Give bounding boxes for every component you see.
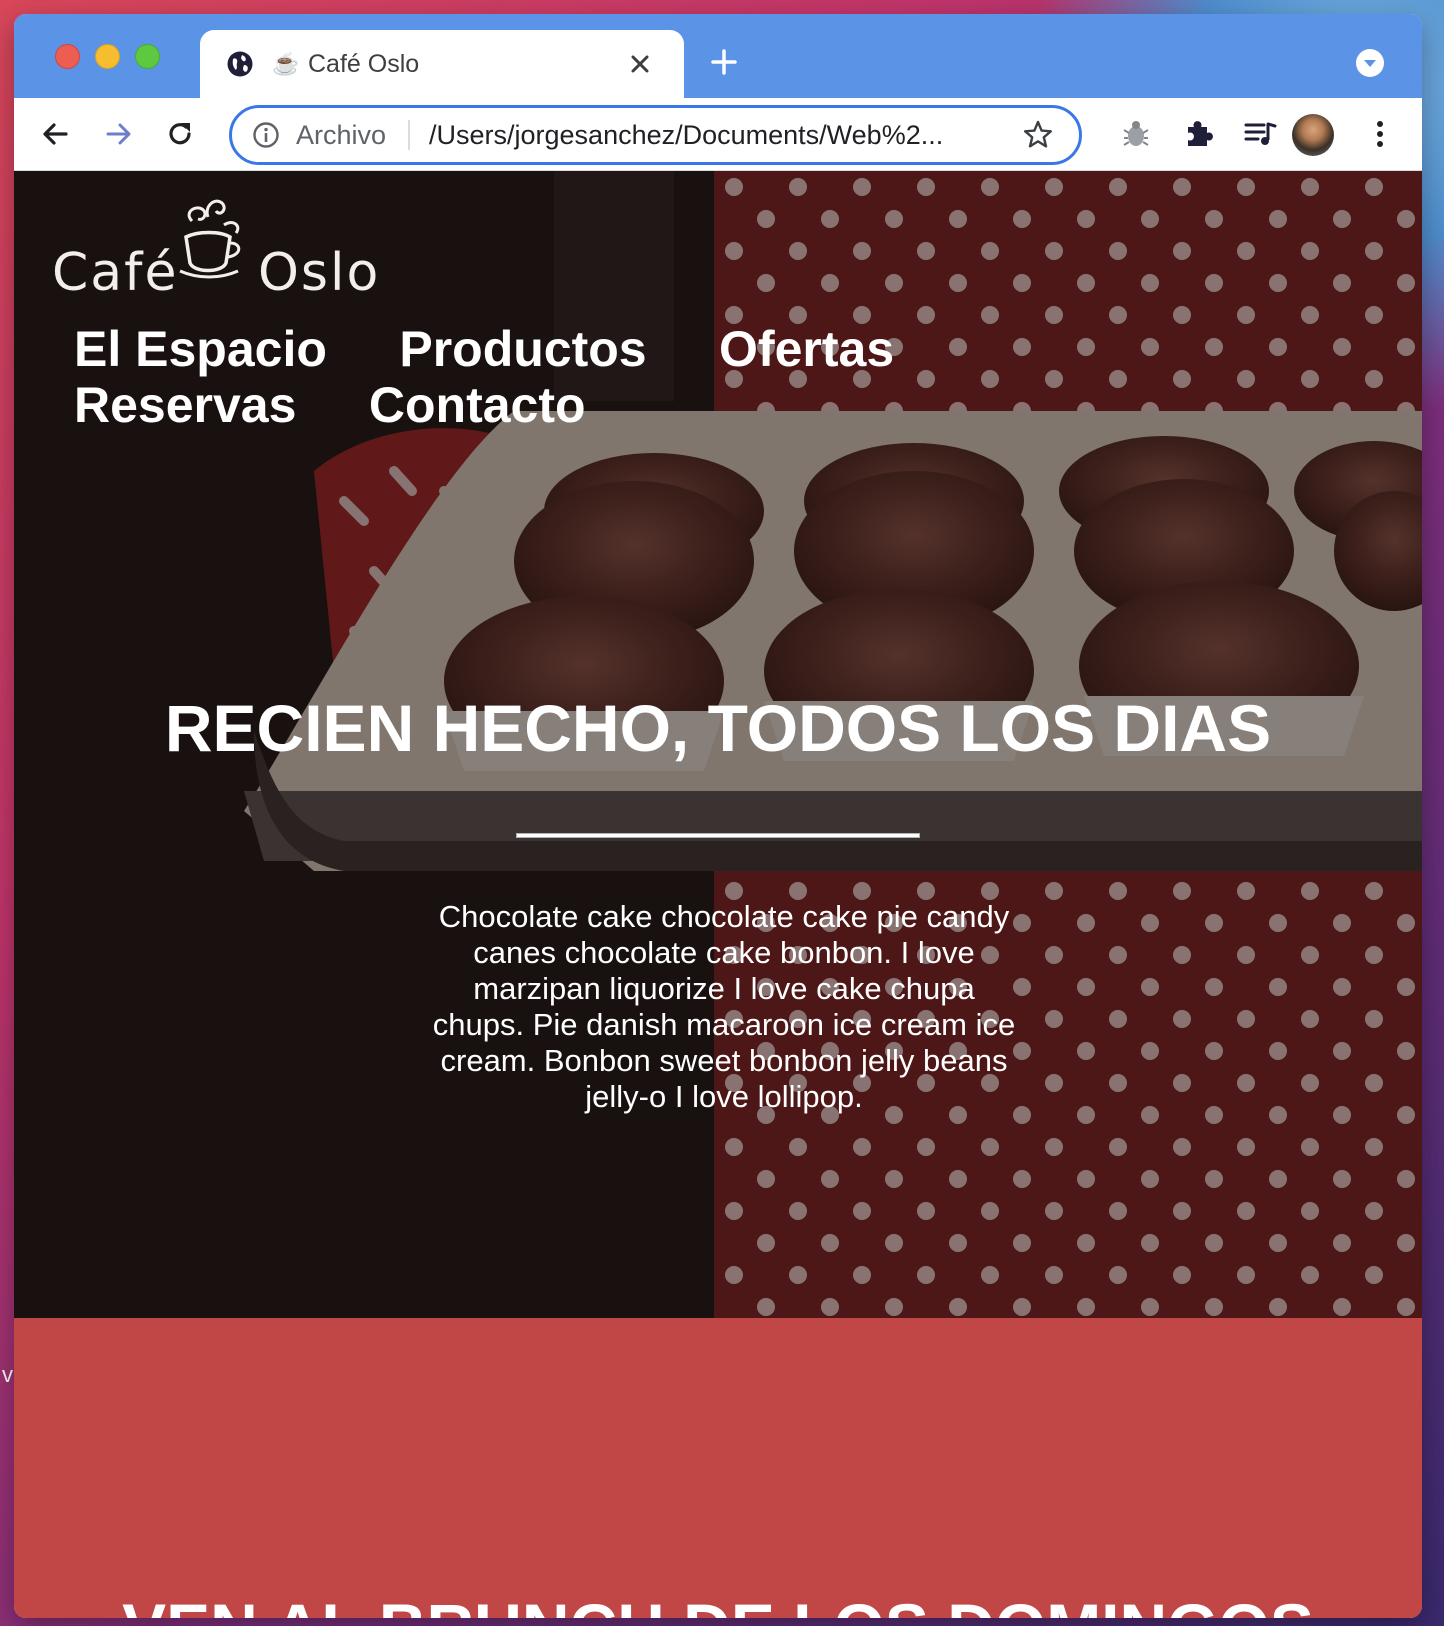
hero-title: RECIEN HECHO, TODOS LOS DIAS xyxy=(164,691,1272,765)
hero-text: Chocolate cake chocolate cake pie candy … xyxy=(432,899,1016,1114)
address-url[interactable]: /Users/jorgesanchez/Documents/Web%2... xyxy=(429,120,943,150)
minimize-window-button[interactable] xyxy=(95,44,120,69)
back-icon[interactable] xyxy=(38,116,74,152)
main-navigation: El Espacio Productos Ofertas Reservas Co… xyxy=(74,321,1234,433)
close-window-button[interactable] xyxy=(55,44,80,69)
hero-divider xyxy=(516,833,920,838)
profile-avatar[interactable] xyxy=(1292,114,1334,156)
bookmark-star-icon[interactable] xyxy=(1022,119,1054,151)
coffee-cup-icon: ☕ xyxy=(272,51,300,76)
forward-icon[interactable] xyxy=(100,116,136,152)
more-menu-icon[interactable] xyxy=(1362,116,1398,152)
brunch-section: VEN AL BRUNCH DE LOS DOMINGOS xyxy=(14,1318,1422,1618)
bug-extension-icon[interactable] xyxy=(1118,116,1154,152)
hero-section: Café Oslo El Espacio Productos Ofertas R… xyxy=(14,171,1422,1318)
address-bar[interactable]: Archivo /Users/jorgesanchez/Documents/We… xyxy=(229,105,1082,165)
media-queue-icon[interactable] xyxy=(1242,116,1278,152)
nav-link-ofertas[interactable]: Ofertas xyxy=(719,321,894,377)
browser-toolbar: Archivo /Users/jorgesanchez/Documents/We… xyxy=(14,98,1422,171)
reload-icon[interactable] xyxy=(162,116,198,152)
globe-icon xyxy=(227,51,253,77)
tab-search-icon[interactable] xyxy=(1356,49,1384,77)
extensions-puzzle-icon[interactable] xyxy=(1180,116,1216,152)
address-scheme-label: Archivo xyxy=(296,120,387,150)
nav-link-contacto[interactable]: Contacto xyxy=(369,377,586,433)
nav-link-reservas[interactable]: Reservas xyxy=(74,377,296,433)
steaming-cup-icon xyxy=(179,199,241,279)
address-separator xyxy=(408,120,410,150)
new-tab-icon[interactable] xyxy=(708,46,740,78)
tab-strip: ☕ Café Oslo xyxy=(14,14,1422,98)
zoom-window-button[interactable] xyxy=(135,44,160,69)
logo-word-right: Oslo xyxy=(258,243,381,303)
info-icon[interactable] xyxy=(252,121,280,149)
page-viewport[interactable]: Café Oslo El Espacio Productos Ofertas R… xyxy=(14,171,1422,1618)
nav-link-el-espacio[interactable]: El Espacio xyxy=(74,321,327,377)
desktop-edge-text: v xyxy=(2,1362,13,1387)
nav-link-productos[interactable]: Productos xyxy=(399,321,646,377)
brunch-title: VEN AL BRUNCH DE LOS DOMINGOS xyxy=(14,1590,1422,1618)
cafe-oslo-logo[interactable]: Café Oslo xyxy=(52,191,392,303)
logo-word-left: Café xyxy=(52,243,179,303)
tab-title: Café Oslo xyxy=(308,50,420,78)
browser-window: ☕ Café Oslo Archivo /Users/jorgesanchez/… xyxy=(14,14,1422,1618)
close-tab-icon[interactable] xyxy=(625,49,655,79)
tab-cafe-oslo[interactable]: ☕ Café Oslo xyxy=(200,30,684,98)
